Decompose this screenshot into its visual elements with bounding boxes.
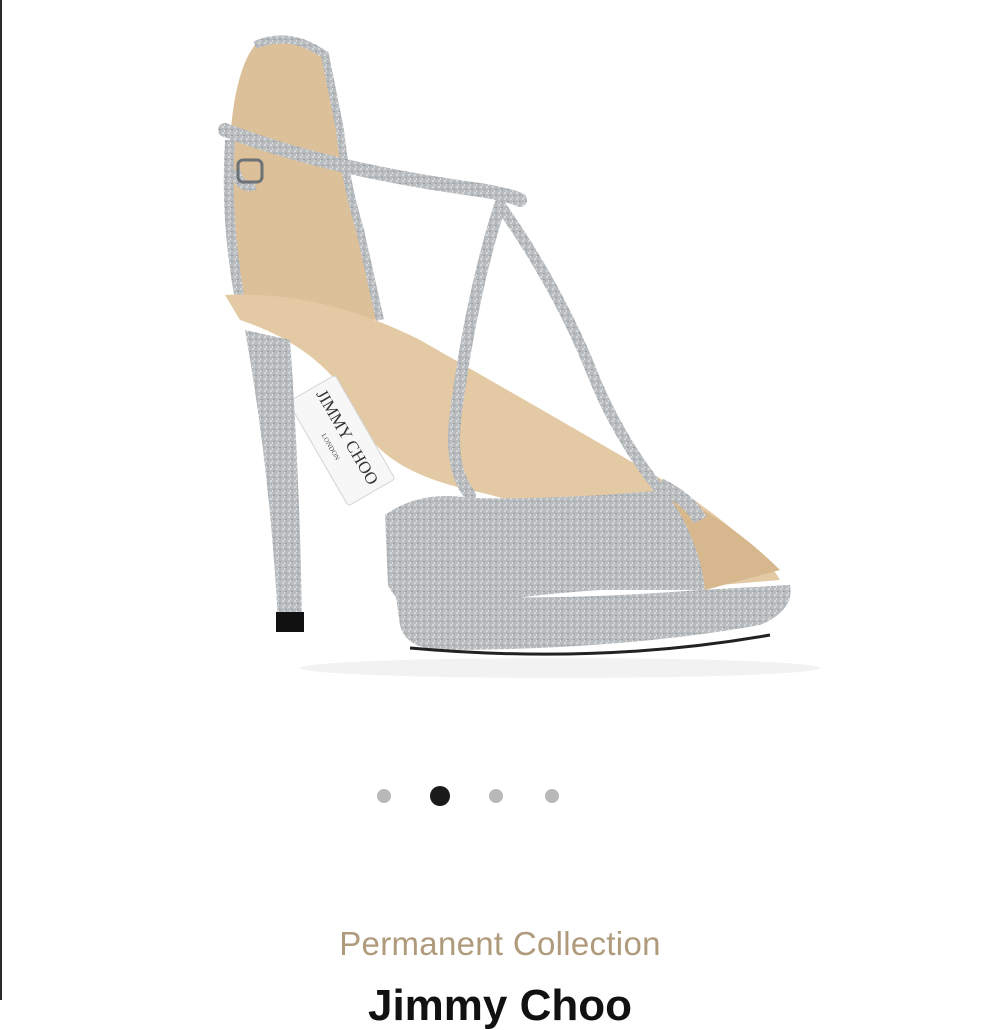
carousel-dot-4[interactable] — [545, 789, 559, 803]
stiletto-heel — [245, 330, 302, 622]
brand-name[interactable]: Jimmy Choo — [0, 984, 1000, 1028]
vamp — [385, 490, 705, 611]
product-image[interactable]: JIMMY CHOO LONDON — [0, 0, 1000, 720]
carousel-dot-2-active[interactable] — [430, 786, 450, 806]
carousel-dot-1[interactable] — [377, 789, 391, 803]
collection-label: Permanent Collection — [339, 925, 661, 962]
carousel-dot-3[interactable] — [489, 789, 503, 803]
heel-counter — [228, 39, 380, 320]
carousel-indicator — [0, 786, 1000, 806]
